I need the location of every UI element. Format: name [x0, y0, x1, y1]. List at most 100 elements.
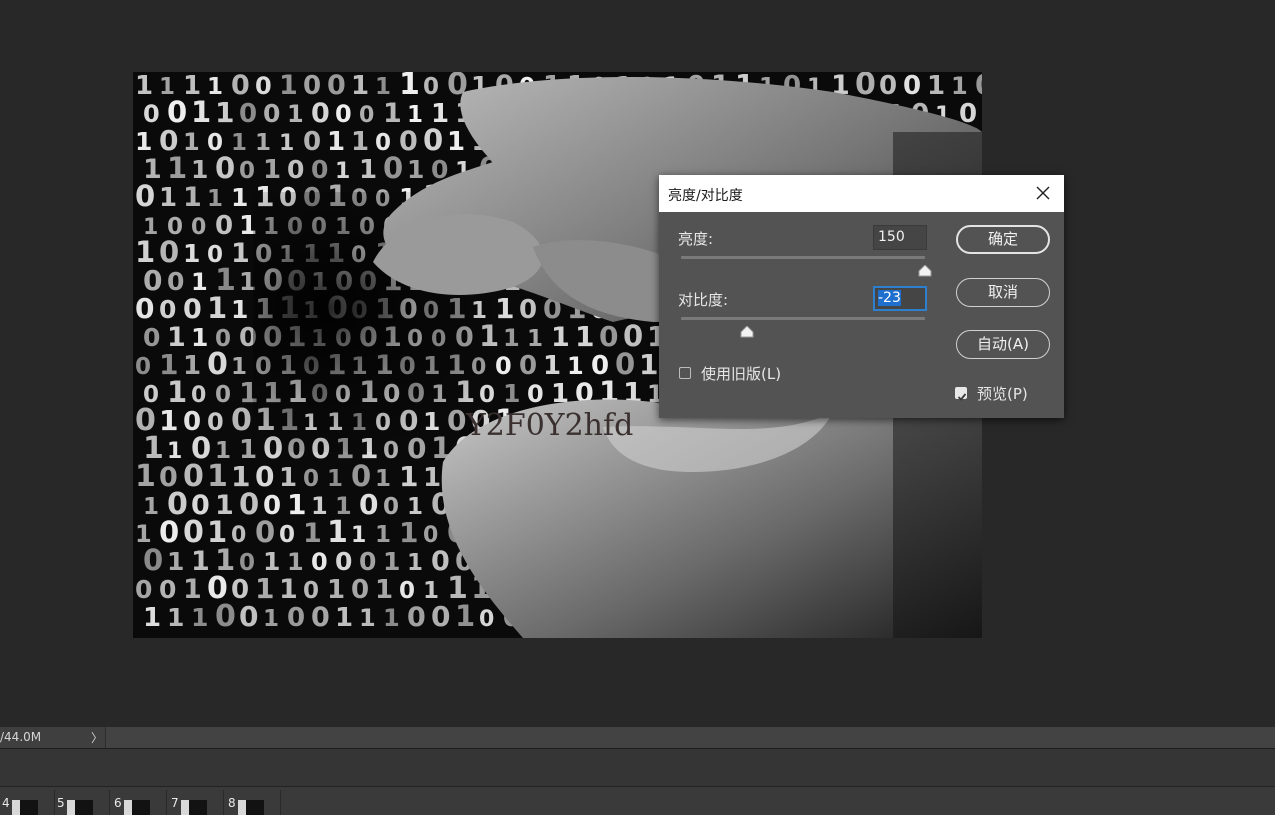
- binary-digit: 0: [231, 403, 252, 438]
- cancel-button[interactable]: 取消: [956, 278, 1050, 307]
- binary-digit: 1: [191, 155, 208, 184]
- frame-thumbnail: [124, 800, 150, 815]
- binary-digit: 1: [183, 239, 200, 268]
- close-icon[interactable]: [1034, 184, 1052, 202]
- binary-digit: 1: [191, 323, 208, 352]
- binary-digit: 1: [327, 466, 343, 492]
- binary-digit: 0: [311, 602, 330, 633]
- document-size-info[interactable]: /44.0M 〉: [0, 727, 106, 748]
- binary-digit: 1: [575, 320, 594, 353]
- checkmark-icon: [957, 393, 967, 401]
- binary-digit: 1: [191, 268, 208, 296]
- binary-digit: 0: [479, 607, 494, 632]
- binary-digit: 0: [287, 603, 305, 633]
- checkbox-box[interactable]: [679, 367, 691, 379]
- binary-digit: 0: [143, 100, 160, 128]
- binary-digit: 1: [287, 100, 304, 128]
- binary-digit: 1: [383, 604, 400, 632]
- frame-thumbnail: [181, 800, 207, 815]
- binary-digit: 1: [327, 575, 345, 605]
- binary-digit: 0: [975, 72, 982, 101]
- binary-digit: 1: [207, 459, 228, 494]
- binary-digit: 0: [287, 155, 304, 184]
- binary-digit: 1: [303, 518, 322, 549]
- brightness-value: 150: [878, 229, 905, 245]
- auto-button[interactable]: 自动(A): [956, 330, 1050, 359]
- binary-digit: 1: [375, 74, 391, 100]
- binary-digit: 1: [407, 102, 423, 128]
- binary-digit: 1: [255, 130, 271, 156]
- contrast-slider-thumb[interactable]: [740, 323, 754, 338]
- binary-digit: 1: [287, 488, 306, 521]
- checkbox-box[interactable]: [955, 387, 967, 401]
- binary-digit: 1: [567, 352, 584, 380]
- binary-digit: 1: [359, 604, 376, 632]
- contrast-value: -23: [878, 290, 901, 306]
- binary-digit: 0: [351, 575, 369, 605]
- binary-digit: 0: [431, 600, 450, 633]
- timeline-frame[interactable]: 7: [169, 790, 224, 815]
- preview-checkbox[interactable]: 预览(P): [955, 385, 1055, 403]
- binary-digit: 1: [143, 494, 159, 520]
- binary-digit: 0: [279, 522, 295, 548]
- binary-digit: 1: [383, 98, 402, 129]
- binary-digit: 1: [207, 291, 227, 325]
- binary-digit: 1: [927, 72, 945, 101]
- binary-digit: 1: [351, 127, 369, 157]
- frame-number: 8: [228, 796, 236, 810]
- contrast-slider-track[interactable]: [681, 317, 925, 320]
- timeline-frame[interactable]: 6: [112, 790, 167, 815]
- binary-digit: 1: [551, 322, 570, 353]
- binary-digit: 0: [383, 151, 403, 185]
- brightness-input[interactable]: 150: [873, 225, 927, 250]
- use-legacy-checkbox[interactable]: 使用旧版(L): [679, 365, 829, 383]
- binary-digit: 1: [143, 603, 161, 633]
- timeline-frame[interactable]: 8: [226, 790, 281, 815]
- binary-digit: 0: [335, 547, 352, 576]
- binary-digit: 1: [359, 155, 377, 185]
- binary-digit: 0: [239, 99, 257, 129]
- binary-digit: 1: [207, 186, 223, 212]
- binary-digit: 0: [159, 575, 176, 604]
- binary-digit: 1: [183, 182, 202, 213]
- binary-digit: 0: [143, 543, 163, 577]
- binary-digit: 0: [135, 179, 155, 213]
- ok-button[interactable]: 确定: [956, 225, 1050, 254]
- timeline-panel-header: [0, 749, 1275, 787]
- binary-digit: 0: [135, 354, 151, 380]
- document-workspace: 1111001001110010011010101110110001100011…: [0, 0, 1275, 727]
- binary-digit: 1: [183, 574, 202, 605]
- binary-digit: 0: [239, 550, 255, 576]
- watermark-text: Y2F0Y2hfd: [466, 408, 634, 443]
- binary-digit: 1: [167, 603, 184, 632]
- frame-thumbnail: [67, 800, 93, 815]
- timeline-frame[interactable]: 5: [55, 790, 110, 815]
- brightness-label: 亮度:: [678, 230, 714, 248]
- expand-arrow-icon[interactable]: 〉: [91, 729, 103, 746]
- contrast-label: 对比度:: [678, 291, 729, 309]
- dialog-titlebar[interactable]: 亮度/对比度: [659, 175, 1064, 212]
- binary-digit: 0: [423, 123, 443, 157]
- status-bar: /44.0M 〉: [0, 727, 1275, 749]
- binary-digit: 0: [399, 578, 415, 604]
- binary-digit: 0: [183, 294, 202, 325]
- binary-digit: 1: [191, 603, 208, 632]
- binary-digit: 1: [191, 95, 211, 129]
- binary-digit: 0: [191, 383, 206, 408]
- dialog-title: 亮度/对比度: [668, 188, 743, 204]
- binary-digit: 0: [879, 72, 897, 101]
- contrast-input[interactable]: -23: [873, 286, 927, 311]
- brightness-slider-track[interactable]: [681, 256, 925, 259]
- binary-digit: 0: [423, 74, 439, 100]
- binary-digit: 0: [167, 267, 184, 296]
- binary-digit: 0: [359, 488, 378, 521]
- binary-digit: 0: [255, 72, 272, 100]
- brightness-slider-thumb[interactable]: [918, 262, 932, 277]
- binary-digit: 0: [359, 103, 374, 128]
- binary-digit: 1: [351, 523, 366, 548]
- timeline-frame[interactable]: 4: [0, 790, 55, 815]
- binary-digit: 0: [135, 292, 154, 325]
- binary-digit: 0: [383, 494, 399, 520]
- binary-digit: 1: [351, 72, 369, 101]
- binary-digit: 0: [303, 72, 321, 101]
